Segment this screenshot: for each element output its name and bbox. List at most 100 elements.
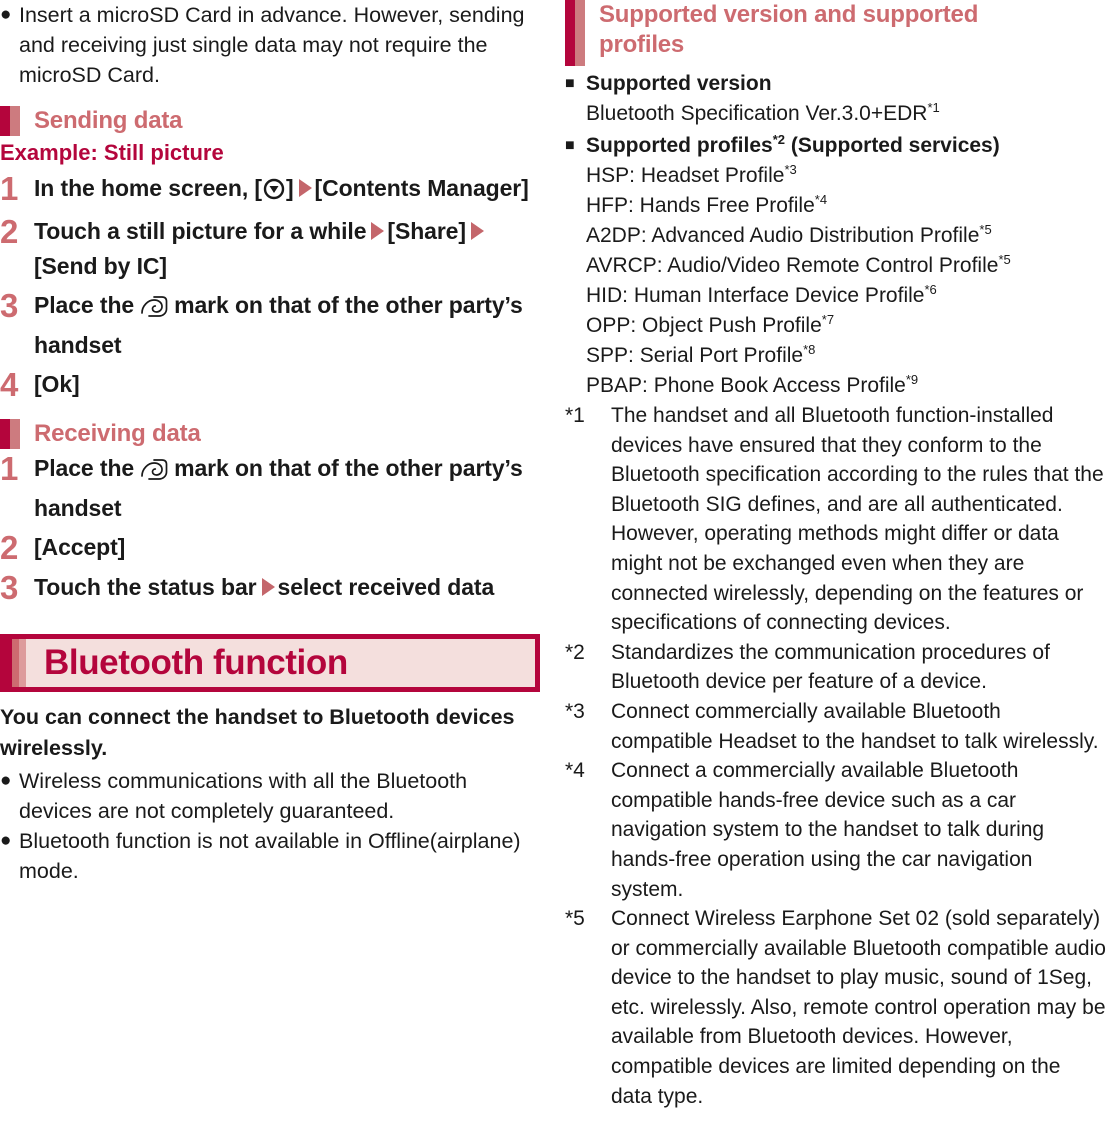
step-number: 2 [0, 529, 19, 566]
footnote-marker: *2 [565, 640, 585, 664]
step-text-segment: Touch the status bar [34, 574, 257, 600]
footnote-ref: *6 [924, 282, 937, 297]
step-text-segment: In the home screen, [ [34, 175, 262, 201]
step-text: Place the mark on that of the other party… [34, 451, 545, 526]
bluetooth-bullet: ● Wireless communications with all the B… [0, 766, 545, 826]
profile-item-text: OPP: Object Push Profile [586, 314, 822, 337]
step-item: 2 [Accept] [0, 530, 545, 566]
supported-profiles-label-pre: Supported profiles [586, 134, 773, 157]
bluetooth-lead-text: You can connect the handset to Bluetooth… [0, 705, 515, 760]
step-text-segment: ] [285, 175, 294, 201]
step-text-segment: Place the [34, 292, 135, 318]
step-item: 3 Place the mark on that of the other par… [0, 288, 545, 363]
section-heading-supported: Supported version and supported profiles [565, 0, 1106, 66]
step-text-segment: [Send by IC] [34, 253, 167, 279]
step-text: [Ok] [34, 371, 80, 397]
footnote-ref: *5 [998, 252, 1011, 267]
step-number: 3 [0, 569, 19, 606]
bluetooth-bullet-text: Wireless communications with all the Blu… [19, 769, 468, 823]
step-text-segment: [Contents Manager] [314, 175, 529, 201]
footnote-marker: *4 [565, 759, 585, 783]
profile-item-text: HSP: Headset Profile [586, 164, 785, 187]
section-heading-receiving: Receiving data [0, 419, 545, 449]
footnote-ref: *9 [905, 372, 919, 387]
example-label: Example: Still picture [0, 140, 224, 165]
square-bullet-icon: ■ [565, 137, 575, 154]
step-text-segment: [Share] [387, 218, 466, 244]
supported-profiles-label: Supported profiles*2 (Supported services… [586, 130, 1106, 161]
square-bullet-icon: ■ [565, 75, 575, 92]
footnote-ref: *3 [784, 162, 797, 177]
step-number: 1 [0, 450, 19, 487]
profile-item: HFP: Hands Free Profile*4 [586, 191, 1106, 221]
round-bullet-icon: ● [0, 830, 12, 851]
footnote: *1 The handset and all Bluetooth functio… [565, 401, 1106, 638]
profile-item: HSP: Headset Profile*3 [586, 161, 1106, 191]
footnote-marker: *1 [565, 404, 585, 427]
footnote-ref: *7 [821, 312, 835, 327]
supported-version-value-text: Bluetooth Specification Ver.3.0+EDR [586, 102, 928, 125]
intro-bullet-text: Insert a microSD Card in advance. Howeve… [19, 3, 525, 87]
supported-profiles-heading: ■ Supported profiles*2 (Supported servic… [565, 130, 1106, 161]
nfc-mark-icon [139, 456, 169, 491]
footnote: *3 Connect commercially available Blueto… [565, 697, 1106, 756]
profile-item-text: AVRCP: Audio/Video Remote Control Profil… [586, 254, 999, 277]
footnote-text: Connect Wireless Earphone Set 02 (sold s… [611, 907, 1106, 1108]
footnote-text: Standardizes the communication procedure… [611, 640, 1050, 694]
footnote-marker: *3 [565, 699, 585, 723]
footnote: *4 Connect a commercially available Blue… [565, 756, 1106, 904]
arrow-separator-icon [261, 578, 275, 596]
step-text-segment: Place the [34, 455, 135, 481]
footnote: *5 Connect Wireless Earphone Set 02 (sol… [565, 904, 1106, 1111]
arrow-separator-icon [371, 222, 385, 240]
section-marker-icon [0, 106, 20, 136]
profile-item: OPP: Object Push Profile*7 [586, 311, 1106, 341]
round-bullet-icon: ● [0, 770, 12, 791]
profile-item-text: PBAP: Phone Book Access Profile [586, 374, 906, 397]
footnote-ref: *8 [803, 342, 816, 357]
footnote-text: Connect a commercially available Bluetoo… [611, 759, 1045, 901]
arrow-separator-icon [470, 222, 484, 240]
profile-item-text: SPP: Serial Port Profile [586, 344, 804, 367]
section-marker-icon [0, 419, 20, 449]
step-number: 2 [0, 213, 19, 250]
step-item: 1 In the home screen, [] [Contents Manage… [0, 171, 545, 210]
profile-item-text: HID: Human Interface Device Profile [586, 284, 925, 307]
bluetooth-function-banner: Bluetooth function [0, 634, 540, 692]
profile-item-text: HFP: Hands Free Profile [586, 194, 815, 217]
bluetooth-bullet-text: Bluetooth function is not available in O… [19, 829, 521, 883]
app-drawer-icon [263, 175, 285, 210]
footnote-ref: *5 [979, 222, 992, 237]
section-title-receiving: Receiving data [34, 420, 201, 447]
footnote-ref: *1 [927, 100, 940, 115]
step-text: In the home screen, [] [Contents Manager] [34, 171, 545, 210]
manual-page: ● Insert a microSD Card in advance. Howe… [0, 0, 1106, 1138]
step-item: 2 Touch a still picture for a while [Shar… [0, 214, 545, 284]
supported-profiles-label-post: (Supported services) [785, 134, 1000, 157]
step-item: 4 [Ok] [0, 367, 545, 403]
arrow-separator-icon [298, 179, 312, 197]
bluetooth-bullet: ● Bluetooth function is not available in… [0, 826, 545, 886]
footnote-text: The handset and all Bluetooth function-i… [611, 404, 1104, 635]
section-title-sending: Sending data [34, 107, 183, 134]
section-heading-sending: Sending data [0, 106, 545, 136]
step-text: [Accept] [34, 534, 126, 560]
left-column: ● Insert a microSD Card in advance. Howe… [0, 0, 553, 886]
profile-item-text: A2DP: Advanced Audio Distribution Profil… [586, 224, 980, 247]
profile-item: PBAP: Phone Book Access Profile*9 [586, 371, 1106, 401]
section-title-supported: Supported version and supported profiles [599, 1, 979, 58]
footnote-marker: *5 [565, 907, 585, 931]
footnote-ref: *4 [814, 192, 828, 207]
footnote-text: Connect commercially available Bluetooth… [611, 699, 1099, 753]
banner-marker-icon [5, 639, 26, 687]
step-text: Touch a still picture for a while [Share]… [34, 214, 545, 284]
footnote-ref: *2 [772, 132, 785, 147]
profile-item: A2DP: Advanced Audio Distribution Profil… [586, 221, 1106, 251]
intro-bullet: ● Insert a microSD Card in advance. Howe… [0, 0, 545, 90]
profile-item: AVRCP: Audio/Video Remote Control Profil… [586, 251, 1106, 281]
step-text-segment: select received data [277, 574, 495, 600]
section-marker-icon [565, 0, 585, 66]
profile-item: SPP: Serial Port Profile*8 [586, 341, 1106, 371]
right-column: Supported version and supported profiles… [553, 0, 1106, 1111]
step-text: Touch the status bar select received data [34, 570, 545, 605]
